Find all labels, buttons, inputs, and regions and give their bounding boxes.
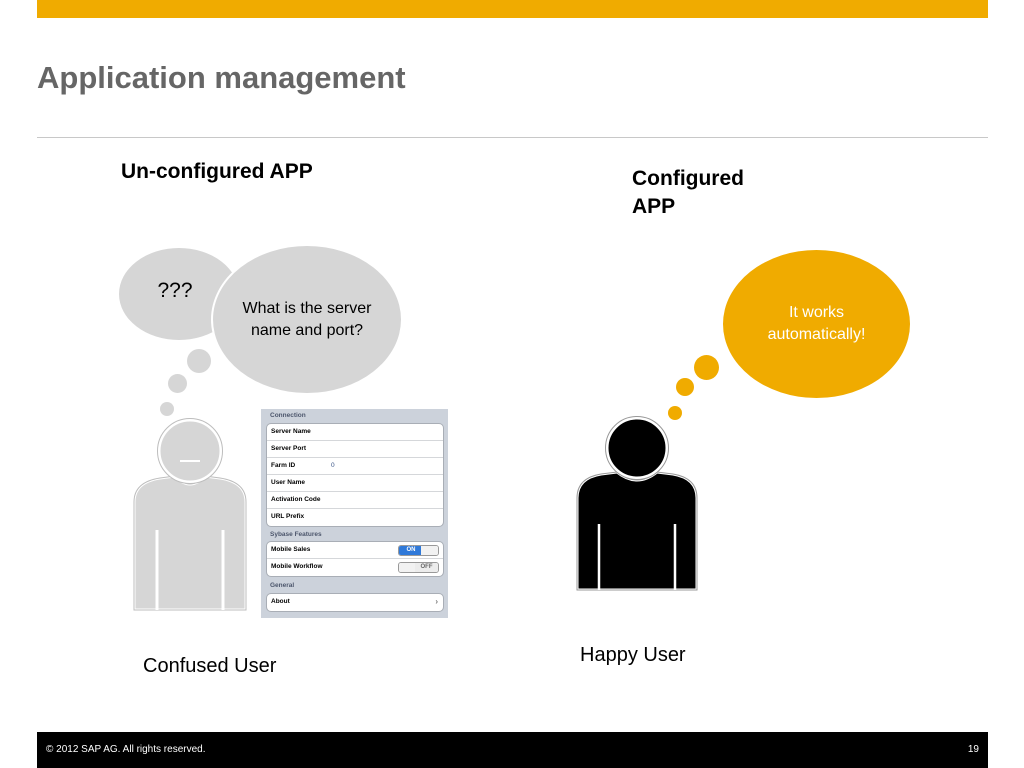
mobile-settings-screen: Connection Server Name Server Port Farm … (261, 409, 448, 618)
mobile-sales-toggle[interactable]: ON (398, 545, 439, 556)
connection-section-header: Connection (270, 412, 306, 419)
mobile-workflow-row: Mobile Workflow OFF (267, 559, 443, 576)
page-number: 19 (967, 744, 979, 755)
top-accent-bar (37, 0, 988, 18)
farm-id-label: Farm ID (271, 462, 296, 469)
user-name-row[interactable]: User Name (267, 475, 443, 492)
copyright-text: © 2012 SAP AG. All rights reserved. (46, 744, 206, 755)
farm-id-row[interactable]: Farm ID 0 (267, 458, 443, 475)
features-section-header: Sybase Features (270, 531, 322, 538)
url-prefix-row[interactable]: URL Prefix (267, 509, 443, 526)
works-text: It works automatically! (767, 304, 866, 343)
toggle-on-text: ON (399, 546, 423, 555)
mobile-sales-label: Mobile Sales (271, 546, 311, 553)
mobile-sales-row: Mobile Sales ON (267, 542, 443, 559)
connection-group: Server Name Server Port Farm ID 0 User N… (266, 423, 444, 527)
toggle-knob (421, 546, 438, 555)
confused-user-icon (132, 418, 248, 612)
thought-dot-medium (168, 374, 187, 393)
mobile-workflow-label: Mobile Workflow (271, 563, 323, 570)
url-prefix-label: URL Prefix (271, 513, 305, 520)
toggle-off-text: OFF (415, 563, 438, 572)
about-label: About (271, 598, 290, 605)
about-row[interactable]: About › (267, 594, 443, 611)
happy-user-caption: Happy User (580, 644, 686, 666)
works-thought-bubble: It works automatically! (721, 248, 912, 400)
footer-bar: © 2012 SAP AG. All rights reserved. 19 (37, 732, 988, 768)
general-section-header: General (270, 582, 295, 589)
server-question-text: What is the server name and port? (242, 299, 372, 339)
user-name-label: User Name (271, 479, 305, 486)
slide-title: Application management (37, 60, 406, 95)
happy-user-icon (575, 416, 699, 592)
question-text: ??? (157, 279, 193, 302)
gold-thought-dot-large (694, 355, 719, 380)
server-port-label: Server Port (271, 445, 307, 452)
unconfigured-heading: Un-configured APP (121, 160, 313, 183)
server-thought-bubble: What is the server name and port? (211, 244, 403, 395)
server-name-label: Server Name (271, 428, 311, 435)
thought-dot-large (187, 349, 211, 373)
server-name-row[interactable]: Server Name (267, 424, 443, 441)
server-port-row[interactable]: Server Port (267, 441, 443, 458)
mobile-workflow-toggle[interactable]: OFF (398, 562, 439, 573)
gold-thought-dot-medium (676, 378, 694, 396)
farm-id-value[interactable]: 0 (331, 458, 335, 474)
activation-code-row[interactable]: Activation Code (267, 492, 443, 509)
general-group: About › (266, 593, 444, 612)
chevron-right-icon: › (435, 597, 438, 606)
configured-heading: Configured APP (632, 167, 744, 218)
features-group: Mobile Sales ON Mobile Workflow OFF (266, 541, 444, 577)
activation-code-label: Activation Code (271, 496, 321, 503)
confused-user-caption: Confused User (143, 655, 277, 677)
title-divider (37, 137, 988, 138)
